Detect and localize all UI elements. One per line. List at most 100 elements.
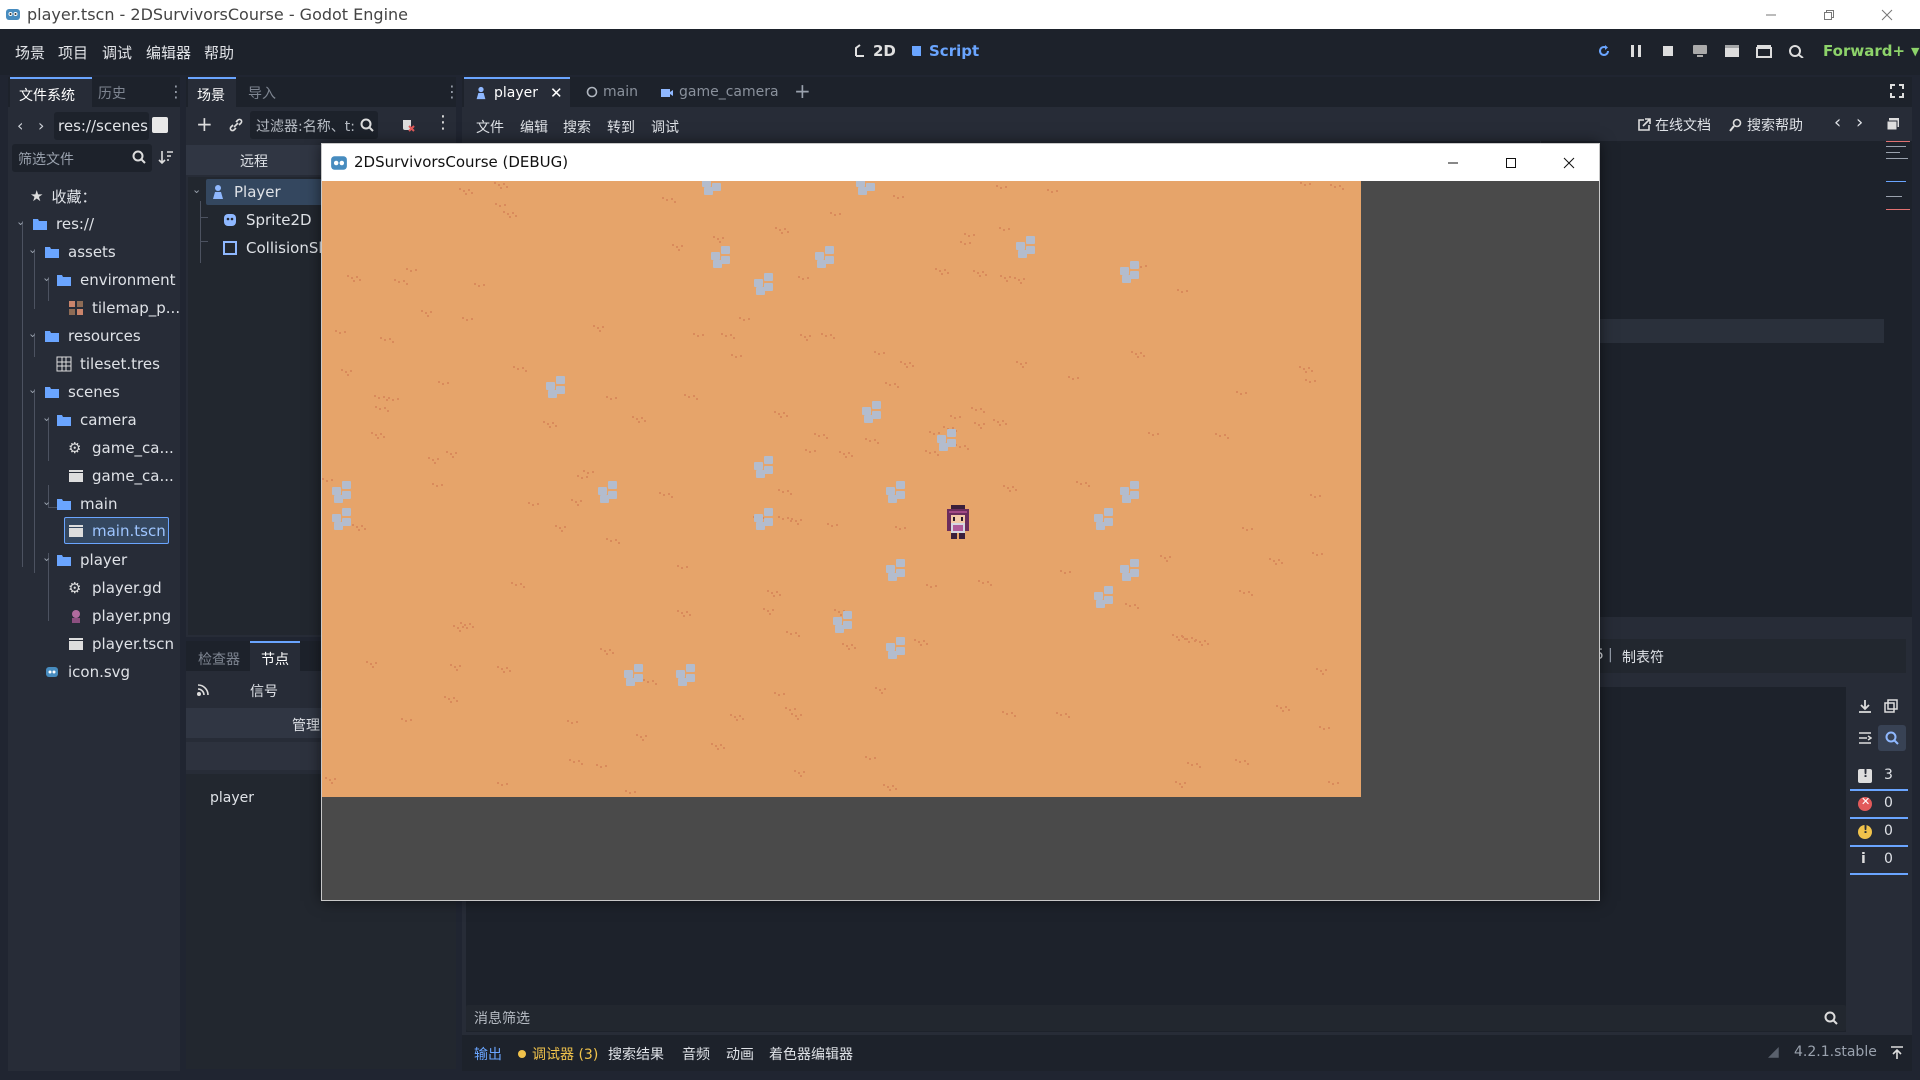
add-node-icon[interactable]: + (196, 112, 213, 136)
close-button[interactable] (1864, 0, 1910, 29)
kebab-menu-icon[interactable]: ⋮ (168, 82, 184, 101)
tree-item-assets[interactable]: assets (44, 239, 116, 265)
close-tab-icon[interactable]: ✕ (550, 84, 563, 102)
menu-editor[interactable]: 编辑器 (146, 42, 191, 63)
tab-scene[interactable]: 场景 (188, 77, 236, 107)
filter-error[interactable]: ✕ 0 (1850, 793, 1908, 819)
mode-script-button[interactable]: Script (910, 42, 979, 60)
game-close-button[interactable] (1546, 148, 1592, 177)
clear-output-icon[interactable] (1858, 699, 1872, 713)
tree-item-resources[interactable]: resources (44, 323, 141, 349)
kebab-menu-icon[interactable]: ⋮ (444, 82, 460, 101)
prev-script-icon[interactable]: ‹ (1834, 112, 1841, 133)
code-minimap[interactable] (1886, 141, 1912, 617)
reload-icon[interactable] (1597, 44, 1611, 58)
restore-button[interactable] (1806, 0, 1852, 29)
scene-node-sprite2d[interactable]: Sprite2D (222, 207, 312, 233)
tab-main[interactable]: main (586, 84, 638, 100)
fullscreen-icon[interactable] (1890, 84, 1904, 98)
tab-audio[interactable]: 音频 (682, 1044, 710, 1064)
tab-player[interactable]: player ✕ (464, 77, 570, 107)
tree-item-game-camera-tscn[interactable]: game_ca... (68, 463, 174, 489)
tree-item-scenes[interactable]: scenes (44, 379, 120, 405)
forward-arrow-icon[interactable]: › (38, 116, 44, 135)
tree-item-tileset[interactable]: tileset.tres (56, 351, 160, 377)
script-menu-search[interactable]: 搜索 (563, 117, 591, 137)
sort-icon[interactable] (158, 149, 174, 165)
tree-item-tilemap[interactable]: tilemap_p... (68, 295, 180, 321)
script-menu-file[interactable]: 文件 (476, 117, 504, 137)
tab-search-results[interactable]: 搜索结果 (608, 1044, 664, 1064)
tree-item-main-folder[interactable]: main (56, 491, 117, 517)
game-viewport[interactable] (322, 181, 1361, 797)
renderer-select[interactable]: Forward+ ▼ (1823, 42, 1920, 60)
mode-2d-button[interactable]: 2D (853, 42, 896, 60)
tree-item-environment[interactable]: environment (56, 267, 176, 293)
game-minimize-button[interactable] (1430, 148, 1476, 177)
tab-game-camera[interactable]: game_camera (660, 84, 779, 100)
signals-label[interactable]: 信号 (250, 681, 278, 701)
menu-debug[interactable]: 调试 (102, 42, 132, 63)
tab-animation[interactable]: 动画 (726, 1044, 754, 1064)
tree-item-res[interactable]: res:// (32, 211, 94, 237)
group-item[interactable]: player (210, 790, 254, 806)
copy-output-icon[interactable] (1884, 699, 1898, 713)
tab-shader-editor[interactable]: 着色器编辑器 (769, 1044, 853, 1064)
tab-debugger[interactable]: 调试器 (3) (518, 1044, 598, 1064)
tree-item-player-png[interactable]: player.png (68, 603, 171, 629)
message-filter-input[interactable]: 消息筛选 (466, 1005, 1846, 1031)
filter-log[interactable]: ! 3 (1850, 765, 1908, 791)
menu-scene[interactable]: 场景 (15, 42, 45, 63)
split-mode-icon[interactable] (152, 117, 168, 133)
pause-icon[interactable] (1630, 45, 1642, 57)
filter-warning[interactable]: ! 0 (1850, 821, 1908, 847)
tab-node[interactable]: 节点 (250, 641, 300, 671)
scene-filter-input[interactable]: 过滤器:名称、t: (250, 111, 378, 139)
expand-panel-icon[interactable] (1890, 1046, 1904, 1060)
tree-item-icon-svg[interactable]: icon.svg (44, 659, 130, 685)
kebab-menu-icon[interactable]: ⋮ (434, 112, 452, 133)
game-maximize-button[interactable] (1488, 148, 1534, 177)
link-icon[interactable] (228, 117, 244, 133)
favorites-row[interactable]: ★ 收藏： (30, 183, 96, 209)
sand-pebble (1204, 640, 1206, 642)
toggle-panel-icon[interactable] (1886, 117, 1900, 131)
script-menu-goto[interactable]: 转到 (607, 117, 635, 137)
remote-debug-icon[interactable] (1692, 44, 1708, 58)
menu-project[interactable]: 项目 (58, 42, 88, 63)
search-help-button[interactable]: 搜索帮助 (1729, 115, 1803, 135)
run-scene-icon[interactable] (1756, 44, 1772, 58)
minimize-button[interactable] (1748, 0, 1794, 29)
tab-inspector[interactable]: 检查器 (198, 649, 240, 669)
tree-item-player-folder[interactable]: player (56, 547, 127, 573)
scene-node-collisionshape[interactable]: CollisionSha (222, 235, 337, 261)
tree-item-game-camera-gd[interactable]: ⚙ game_ca... (68, 435, 174, 461)
tab-output[interactable]: 输出 (474, 1044, 502, 1064)
filter-editor-message[interactable]: i 0 (1850, 849, 1908, 875)
script-menu-edit[interactable]: 编辑 (520, 117, 548, 137)
attach-script-icon[interactable] (400, 117, 416, 133)
indent-mode[interactable]: 制表符 (1622, 647, 1664, 667)
signal-icon[interactable] (196, 683, 210, 697)
tab-import[interactable]: 导入 (248, 83, 276, 103)
stop-icon[interactable] (1662, 45, 1674, 57)
scene-node-player[interactable]: Player (210, 179, 281, 205)
back-arrow-icon[interactable]: ‹ (17, 116, 23, 135)
tab-history[interactable]: 历史 (98, 83, 126, 103)
tree-item-player-tscn[interactable]: player.tscn (68, 631, 174, 657)
script-menu-debug[interactable]: 调试 (651, 117, 679, 137)
file-filter-input[interactable]: 筛选文件 (12, 144, 152, 172)
movie-maker-icon[interactable] (1724, 44, 1740, 58)
tab-filesystem[interactable]: 文件系统 (10, 77, 92, 107)
next-script-icon[interactable]: › (1856, 112, 1863, 133)
menu-help[interactable]: 帮助 (204, 42, 234, 63)
collapse-icon[interactable] (1858, 731, 1872, 745)
online-docs-button[interactable]: 在线文档 (1637, 115, 1711, 135)
path-field[interactable]: res://scenes (54, 112, 149, 140)
run-custom-icon[interactable] (1788, 44, 1804, 58)
tree-item-main-tscn[interactable]: main.tscn (68, 518, 166, 544)
tree-item-camera[interactable]: camera (56, 407, 137, 433)
add-tab-icon[interactable]: + (794, 79, 811, 103)
toggle-search-button[interactable] (1878, 725, 1906, 751)
tree-item-player-gd[interactable]: ⚙ player.gd (68, 575, 162, 601)
